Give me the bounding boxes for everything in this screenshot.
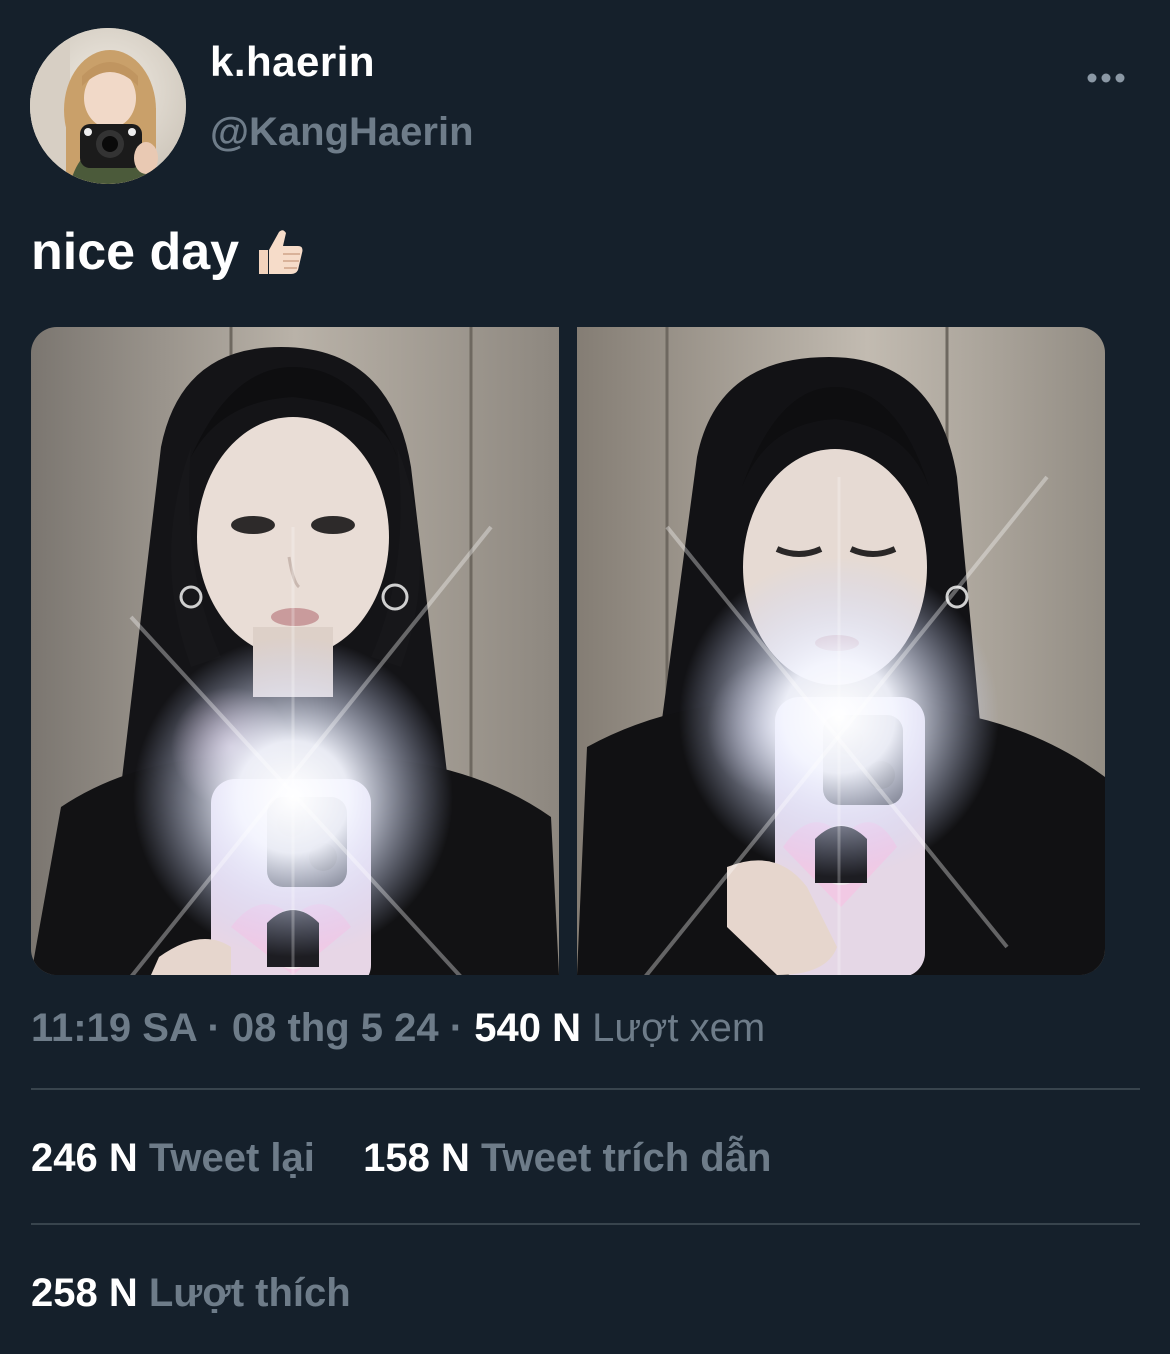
media-photo-1[interactable] (31, 327, 559, 975)
retweets-count: 246 N (31, 1136, 138, 1180)
tweet-date[interactable]: 08 thg 5 24 (232, 1006, 439, 1050)
photo-2 (577, 327, 1105, 975)
likes-label: Lượt thích (148, 1271, 351, 1315)
avatar-image (30, 28, 186, 184)
meta-separator: · (207, 1006, 221, 1050)
retweets-stat[interactable]: 246 N Tweet lại (31, 1136, 326, 1180)
views-count: 540 N (474, 1006, 581, 1050)
tweet-time[interactable]: 11:19 SA (31, 1006, 196, 1050)
photo-1 (31, 327, 559, 975)
display-name[interactable]: k.haerin (210, 38, 375, 86)
tweet-text-content: nice day (31, 223, 240, 281)
thumbs-up-icon (259, 230, 303, 274)
tweet-card: k.haerin @KangHaerin nice day 11:19 SA ·… (0, 0, 1170, 1354)
media-photo-2[interactable] (577, 327, 1105, 975)
more-dots-icon (1087, 73, 1125, 83)
likes-count: 258 N (31, 1271, 138, 1315)
meta-separator: · (449, 1006, 464, 1050)
divider (31, 1088, 1140, 1090)
tweet-text: nice day (31, 222, 305, 282)
tweet-meta: 11:19 SA · 08 thg 5 24 · 540 N Lượt xem (31, 1006, 765, 1051)
divider (31, 1223, 1140, 1225)
quotes-stat[interactable]: 158 N Tweet trích dẫn (363, 1136, 771, 1180)
user-handle[interactable]: @KangHaerin (210, 110, 474, 155)
views-label: Lượt xem (592, 1006, 766, 1050)
more-options-button[interactable] (1082, 58, 1130, 98)
retweet-quote-stats: 246 N Tweet lại 158 N Tweet trích dẫn (31, 1136, 771, 1181)
avatar[interactable] (30, 28, 186, 184)
retweets-label: Tweet lại (148, 1136, 315, 1180)
likes-stats[interactable]: 258 N Lượt thích (31, 1271, 351, 1316)
quotes-label: Tweet trích dẫn (480, 1136, 772, 1180)
quotes-count: 158 N (363, 1136, 470, 1180)
